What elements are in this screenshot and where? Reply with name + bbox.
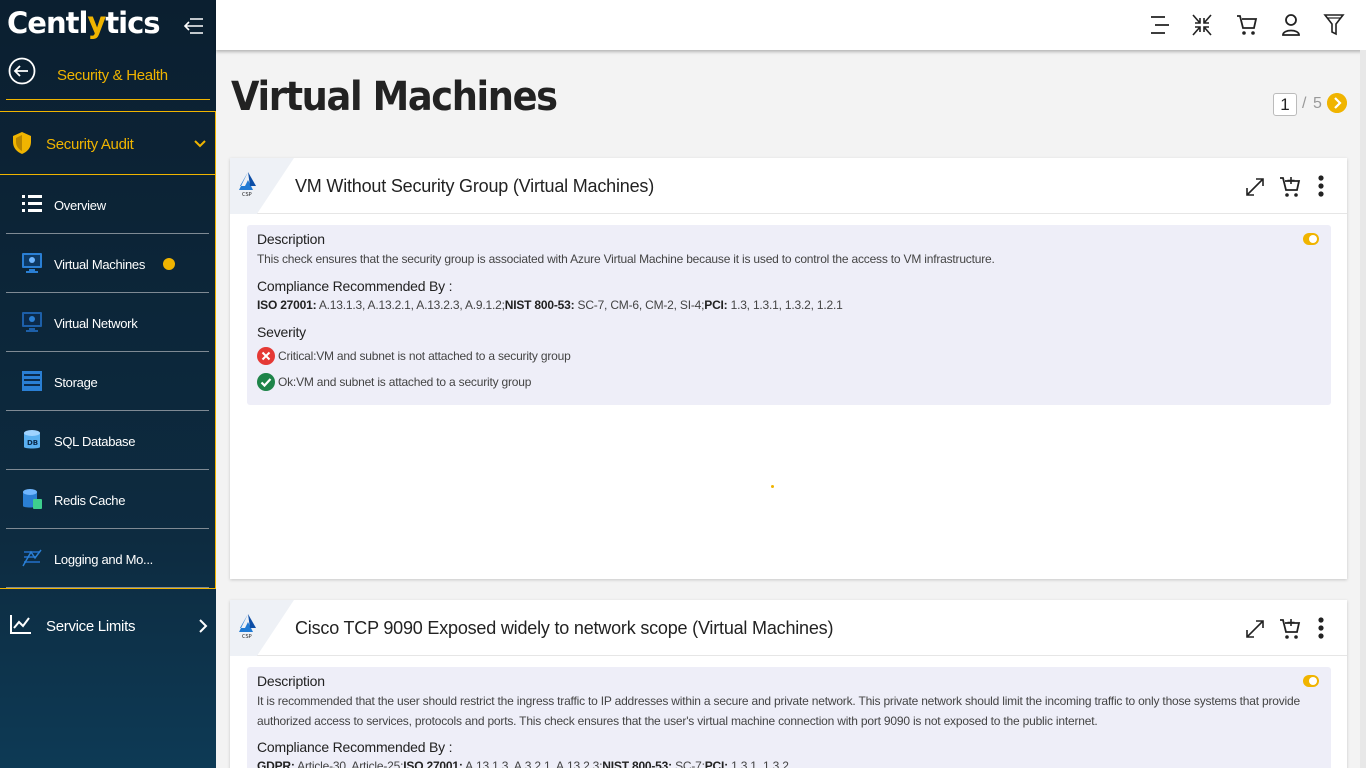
cart-icon[interactable]: [1236, 13, 1258, 37]
card-title: VM Without Security Group (Virtual Machi…: [295, 176, 654, 196]
collapse-sidebar-icon[interactable]: [183, 16, 205, 36]
compliance-text: ISO 27001: A.13.1.3, A.13.2.1, A.13.2.3,…: [257, 298, 843, 312]
severity-heading: Severity: [257, 324, 306, 340]
azure-csp-icon: CSP: [239, 614, 256, 640]
description-text: This check ensures that the security gro…: [257, 252, 995, 266]
top-bar: [216, 0, 1366, 50]
chart-icon: [10, 615, 31, 634]
sidebar-item-label: Storage: [54, 375, 98, 390]
back-label: Security & Health: [57, 67, 168, 84]
sidebar-item-sql-database[interactable]: DB SQL Database: [6, 411, 209, 470]
sidebar-item-label: Logging and Mo...: [54, 552, 153, 567]
compliance-text: GDPR: Article-30, Article-25;ISO 27001: …: [257, 759, 789, 768]
brand-logo[interactable]: Centlytics: [7, 6, 161, 40]
pager-separator: /: [1302, 95, 1307, 112]
chevron-right-icon[interactable]: [198, 619, 208, 633]
description-text-line2: authorized access to services, protocols…: [257, 714, 1098, 728]
sidebar-item-service-limits[interactable]: Service Limits: [0, 588, 216, 664]
active-indicator-dot: [163, 258, 175, 270]
compliance-heading: Compliance Recommended By :: [257, 278, 453, 294]
more-options-icon[interactable]: [1310, 174, 1332, 198]
svg-text:DB: DB: [27, 439, 38, 447]
description-panel: Description It is recommended that the u…: [247, 667, 1331, 768]
enable-toggle[interactable]: [1303, 675, 1319, 687]
filter-icon[interactable]: [1323, 13, 1345, 37]
sidebar-item-label: Virtual Network: [54, 316, 138, 331]
more-options-icon[interactable]: [1310, 616, 1332, 640]
sidebar: Centlytics Security & Health Security Au…: [0, 0, 216, 768]
description-heading: Description: [257, 231, 325, 247]
current-page-input[interactable]: 1: [1273, 93, 1297, 116]
collapse-arrows-icon[interactable]: [1191, 13, 1213, 37]
section-label: Security Audit: [46, 136, 134, 153]
check-card: CSP VM Without Security Group (Virtual M…: [230, 158, 1347, 579]
sidebar-item-label: Service Limits: [46, 618, 136, 635]
card-header: CSP Cisco TCP 9090 Exposed widely to net…: [230, 600, 1347, 656]
user-icon[interactable]: [1280, 13, 1302, 37]
description-text-line1: It is recommended that the user should r…: [257, 694, 1300, 708]
redis-icon: [23, 489, 42, 509]
severity-text: Ok:VM and subnet is attached to a securi…: [278, 375, 532, 389]
check-card: CSP Cisco TCP 9090 Exposed widely to net…: [230, 600, 1347, 768]
sidebar-item-virtual-network[interactable]: Virtual Network: [6, 293, 209, 352]
enable-toggle[interactable]: [1303, 233, 1319, 245]
list-icon: [22, 195, 42, 212]
security-audit-items: Overview Virtual Machines Virtual Networ…: [0, 175, 216, 588]
chevron-down-icon[interactable]: [194, 138, 206, 150]
sidebar-item-virtual-machines[interactable]: Virtual Machines: [6, 234, 209, 293]
sidebar-item-logging[interactable]: Logging and Mo...: [6, 529, 209, 588]
sidebar-item-redis-cache[interactable]: Redis Cache: [6, 470, 209, 529]
logging-icon: [22, 549, 42, 567]
expand-icon[interactable]: [1244, 174, 1266, 198]
storage-icon: [22, 371, 42, 391]
critical-icon: [257, 347, 275, 365]
description-panel: Description This check ensures that the …: [247, 225, 1331, 405]
monitor-icon: [22, 253, 42, 273]
ok-check-icon: [257, 373, 275, 391]
svg-text:CSP: CSP: [242, 192, 252, 198]
shield-icon: [13, 132, 31, 154]
total-pages: 5: [1313, 95, 1322, 112]
page-scrollbar[interactable]: [1360, 50, 1366, 768]
back-to-security-health[interactable]: Security & Health: [6, 50, 210, 100]
svg-text:CSP: CSP: [242, 634, 252, 640]
compliance-heading: Compliance Recommended By :: [257, 739, 453, 755]
logo-row: Centlytics: [0, 0, 216, 50]
severity-text: Critical:VM and subnet is not attached t…: [278, 349, 571, 363]
sidebar-item-overview[interactable]: Overview: [6, 175, 209, 234]
page-title: Virtual Machines: [231, 74, 558, 120]
sidebar-item-label: Overview: [54, 198, 106, 213]
next-page-icon[interactable]: [1327, 93, 1347, 113]
security-audit-section[interactable]: Security Audit: [0, 111, 216, 175]
database-icon: DB: [24, 430, 40, 449]
expand-icon[interactable]: [1244, 616, 1266, 640]
description-heading: Description: [257, 673, 325, 689]
back-arrow-icon[interactable]: [8, 57, 36, 85]
network-monitor-icon: [22, 312, 42, 332]
menu-icon[interactable]: [1148, 13, 1170, 37]
sidebar-item-label: SQL Database: [54, 434, 136, 449]
add-to-cart-icon[interactable]: [1279, 174, 1301, 198]
sidebar-item-label: Redis Cache: [54, 493, 126, 508]
add-to-cart-icon[interactable]: [1279, 616, 1301, 640]
azure-csp-icon: CSP: [239, 172, 256, 198]
sidebar-item-label: Virtual Machines: [54, 257, 146, 272]
sidebar-item-storage[interactable]: Storage: [6, 352, 209, 411]
loading-indicator: [771, 485, 774, 488]
card-title: Cisco TCP 9090 Exposed widely to network…: [295, 618, 834, 638]
card-header: CSP VM Without Security Group (Virtual M…: [230, 158, 1347, 214]
